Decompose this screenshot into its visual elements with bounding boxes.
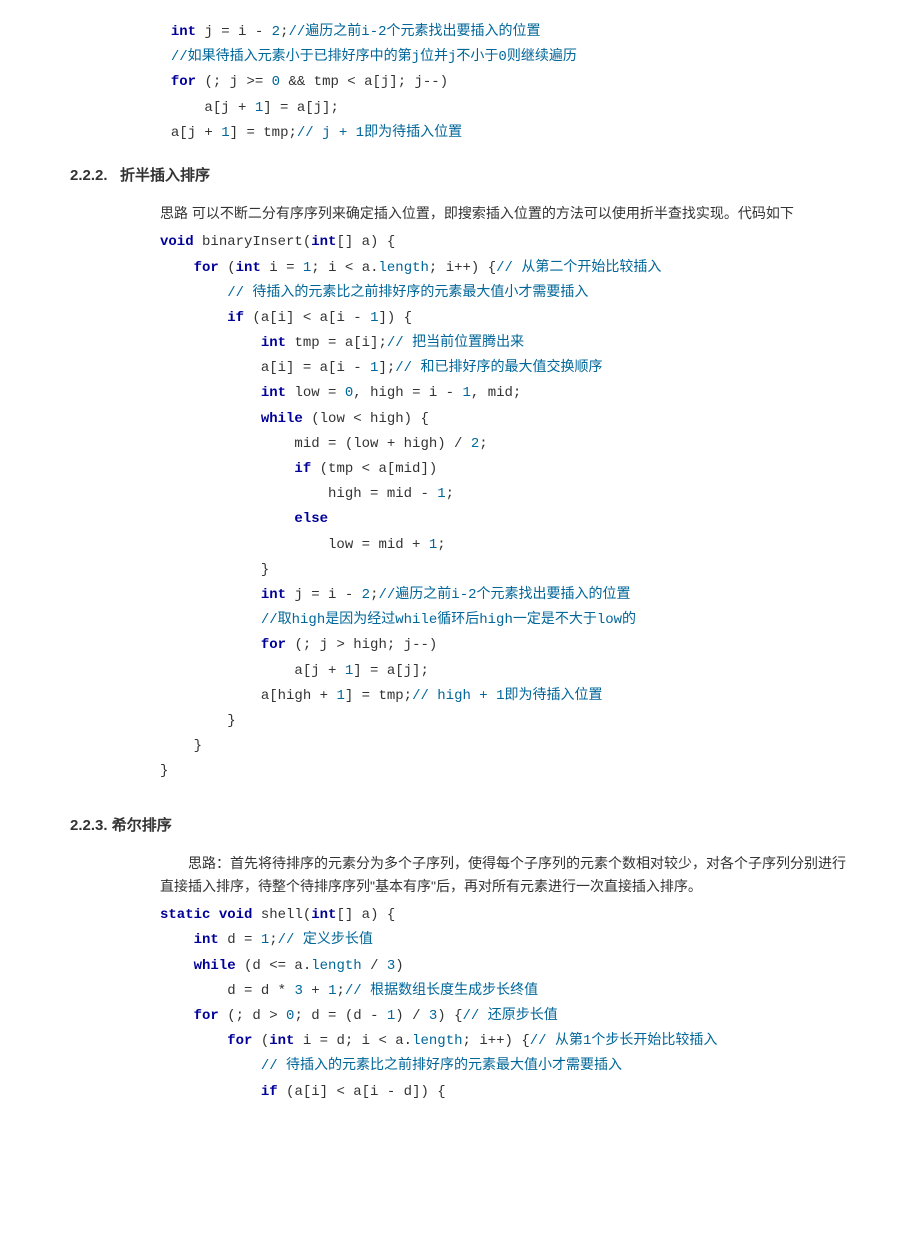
- heading-title-b: 尔排序: [127, 817, 172, 834]
- kw-void: void: [160, 234, 194, 250]
- heading-title-a: 希: [112, 817, 127, 834]
- section-2-2-2-body: 思路 可以不断二分有序序列来确定插入位置，即搜索插入位置的方法可以使用折半查找实…: [160, 202, 850, 785]
- comment: //遍历之前i-2个元素找出要插入的位置: [288, 24, 540, 40]
- comment: // 待插入的元素比之前排好序的元素最大值小才需要插入: [227, 285, 588, 301]
- heading-2-2-2: 2.2.2. 折半插入排序: [70, 164, 850, 188]
- code-binary-insert: void binaryInsert(int[] a) { for (int i …: [160, 230, 850, 784]
- code-fragment-top: int j = i - 2;//遍历之前i-2个元素找出要插入的位置 //如果待…: [70, 20, 850, 146]
- code-shell-sort: static void shell(int[] a) { int d = 1;/…: [160, 903, 850, 1105]
- kw-int: int: [171, 24, 196, 40]
- comment: //如果待插入元素小于已排好序中的第j位并j不小于0则继续遍历: [171, 49, 577, 65]
- kw-for: for: [171, 74, 196, 90]
- heading-number: 2.2.3.: [70, 817, 108, 834]
- comment: // j + 1即为待插入位置: [297, 125, 462, 141]
- heading-2-2-3: 2.2.3. 希尔排序: [70, 814, 850, 838]
- intro-2-2-3: 思路：首先将待排序的元素分为多个子序列，使得每个子序列的元素个数相对较少，对各个…: [160, 852, 850, 897]
- intro-2-2-2: 思路 可以不断二分有序序列来确定插入位置，即搜索插入位置的方法可以使用折半查找实…: [160, 202, 850, 224]
- heading-number: 2.2.2.: [70, 167, 108, 184]
- section-2-2-3-body: 思路：首先将待排序的元素分为多个子序列，使得每个子序列的元素个数相对较少，对各个…: [160, 852, 850, 1104]
- comment: // 待插入的元素比之前排好序的元素最大值小才需要插入: [261, 1058, 622, 1074]
- comment: //取high是因为经过while循环后high一定是不大于low的: [261, 612, 636, 628]
- heading-title: 折半插入排序: [120, 167, 210, 184]
